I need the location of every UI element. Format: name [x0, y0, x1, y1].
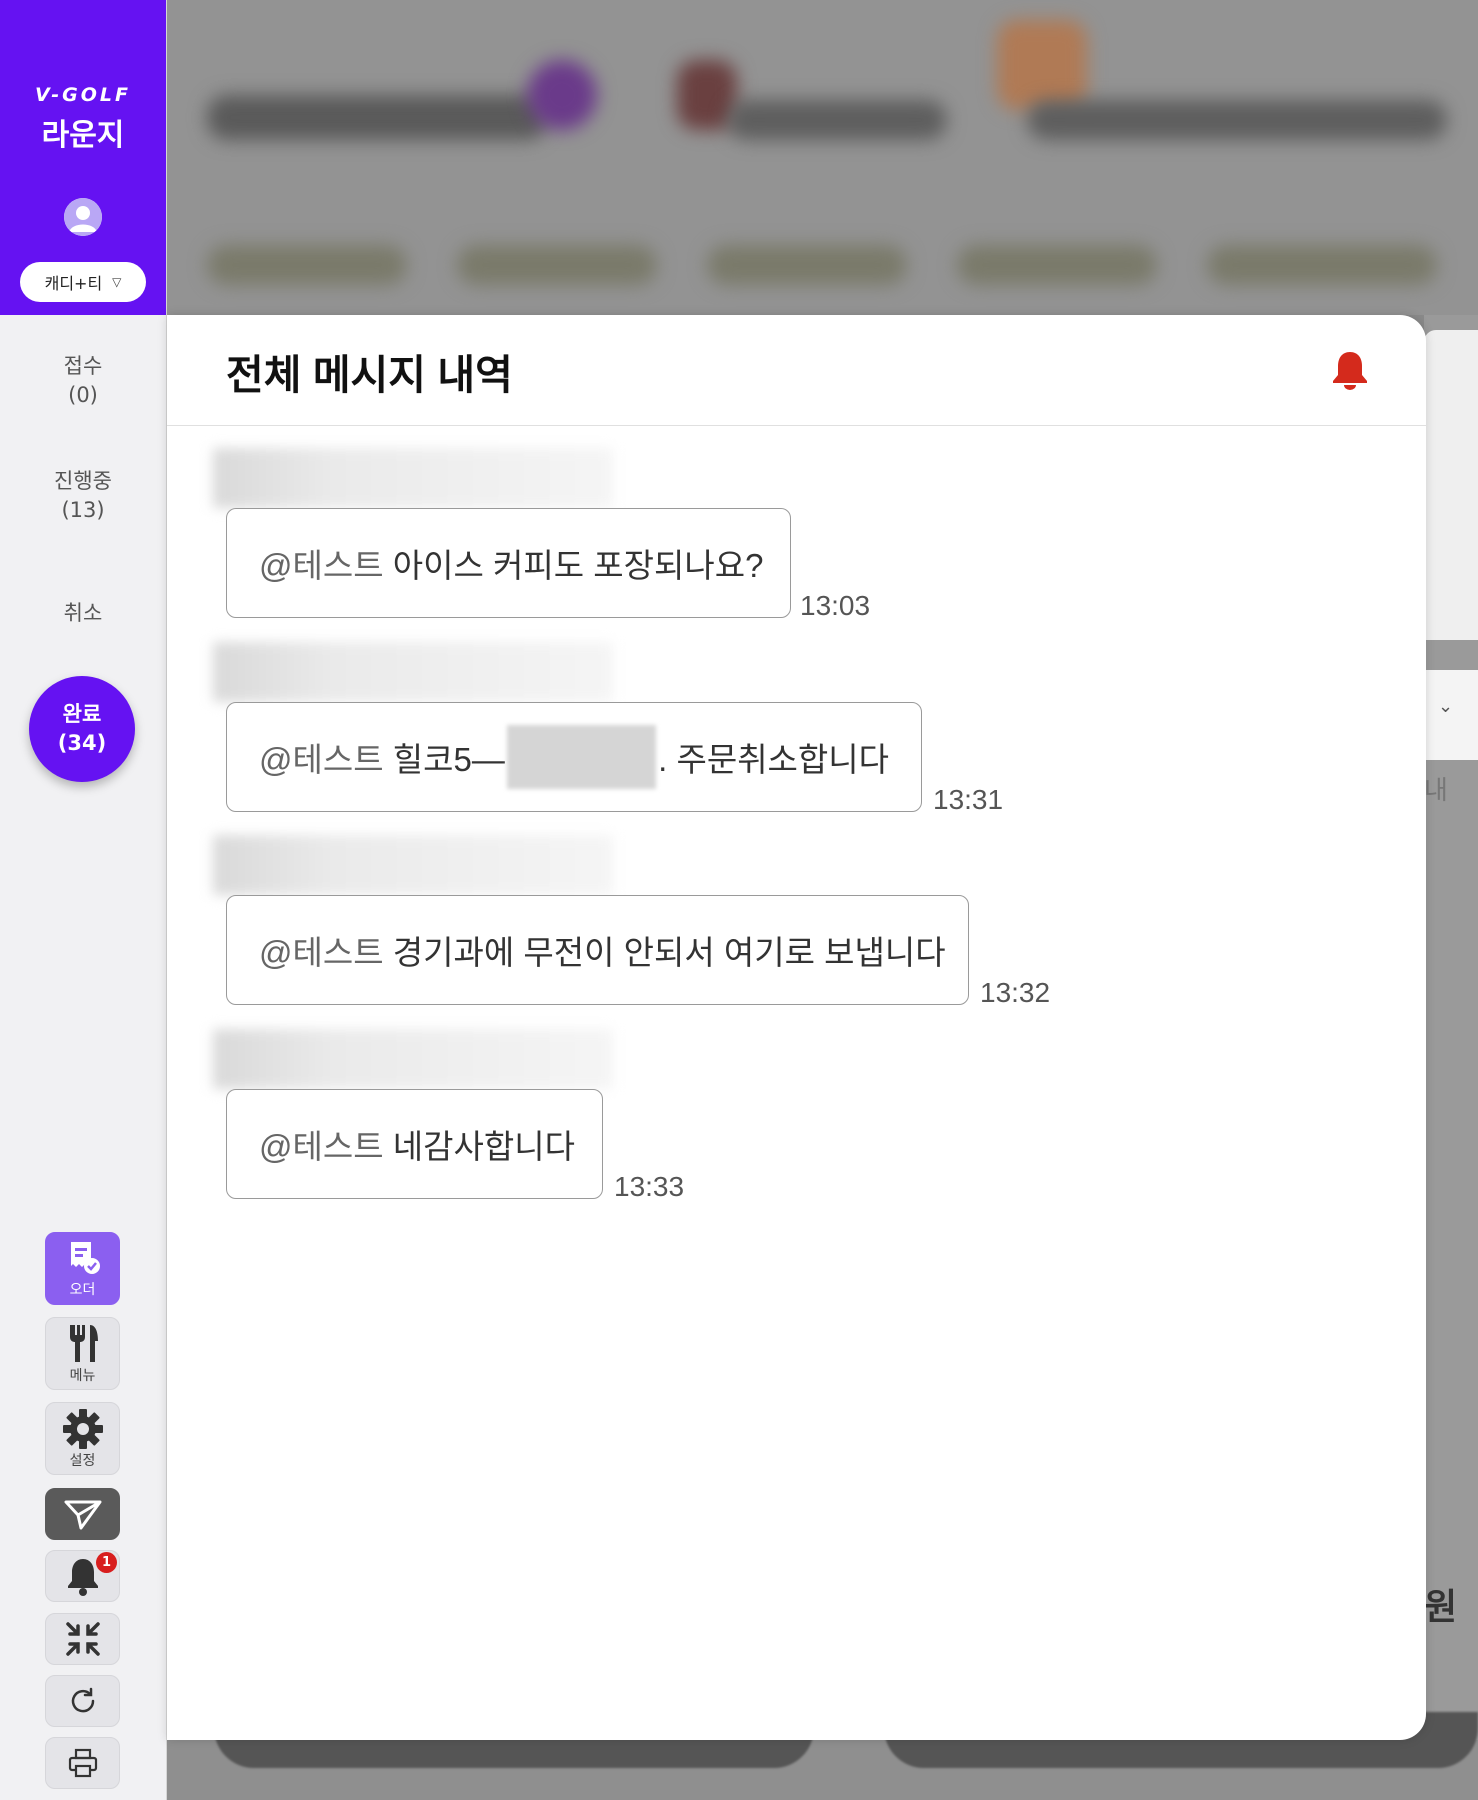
nav-reception[interactable]: 접수 (0): [0, 352, 166, 410]
menu-button-label: 메뉴: [69, 1367, 96, 1384]
avatar[interactable]: [64, 198, 102, 236]
receipt-check-icon: [70, 1241, 100, 1274]
send-button[interactable]: [45, 1488, 120, 1540]
sidebar: V-GOLF 라운지 캐디+티 ▽ 접수 (0) 진행중 (13) 취소 완료 …: [0, 0, 167, 1800]
message-text: 힐코5—: [392, 741, 505, 778]
nav-reception-count: (0): [68, 383, 98, 407]
background-text: 원: [1424, 1587, 1458, 1628]
collapse-button[interactable]: [45, 1613, 120, 1665]
nav-cancel-label: 취소: [63, 601, 103, 625]
order-button[interactable]: 오더: [45, 1232, 120, 1305]
message-time: 13:31: [933, 784, 1004, 815]
nav-complete[interactable]: 완료 (34): [29, 676, 135, 782]
modal-title: 전체 메시지 내역: [226, 352, 513, 398]
brand-name: 라운지: [41, 118, 125, 153]
bell-icon[interactable]: [1330, 349, 1370, 391]
sidebar-header: V-GOLF 라운지 캐디+티 ▽: [0, 0, 166, 315]
brand-logo: V-GOLF: [34, 84, 132, 106]
nav-complete-label: 완료: [62, 702, 102, 726]
modal-header: 전체 메시지 내역: [167, 315, 1426, 426]
message-bubble: @테스트 경기과에 무전이 안되서 여기로 보냅니다: [226, 895, 969, 1005]
nav-complete-count: (34): [57, 731, 107, 755]
settings-button[interactable]: 설정: [45, 1402, 120, 1475]
store-select-label: 캐디+티: [44, 274, 103, 293]
chevron-down-icon: ▽: [112, 275, 122, 289]
gear-icon: [62, 1408, 103, 1449]
sender-name-redacted: [213, 835, 613, 895]
notification-badge: 1: [96, 1552, 117, 1573]
message-mention: @테스트: [259, 547, 384, 584]
order-button-label: 오더: [69, 1281, 96, 1298]
utensils-icon: [69, 1324, 98, 1362]
sender-name-redacted: [213, 448, 613, 508]
message-mention: @테스트: [259, 1128, 384, 1165]
message-bubble: @테스트 네감사합니다: [226, 1089, 603, 1199]
message-bubble: @테스트 힐코5— . 주문취소합니다: [226, 702, 922, 812]
sender-name-redacted: [213, 642, 613, 702]
printer-icon: [68, 1748, 97, 1778]
refresh-icon: [71, 1687, 94, 1713]
user-icon: [64, 198, 102, 236]
message-text: 네감사합니다: [392, 1128, 575, 1165]
store-select[interactable]: 캐디+티 ▽: [20, 262, 146, 302]
message-history-modal: 전체 메시지 내역 @테스트 아이스 커피도 포장되나요? 13:03 @테스트…: [167, 315, 1426, 1740]
message-time: 13:03: [800, 590, 871, 621]
print-button[interactable]: [45, 1737, 120, 1789]
menu-button[interactable]: 메뉴: [45, 1317, 120, 1390]
chevron-down-icon: ⌄: [1438, 696, 1454, 717]
background-panel: [1424, 330, 1478, 640]
collapse-icon: [65, 1622, 100, 1656]
message-text: . 주문취소합니다: [658, 741, 889, 778]
message-mention: @테스트: [259, 741, 384, 778]
message-bubble: @테스트 아이스 커피도 포장되나요?: [226, 508, 791, 618]
message-mention: @테스트: [259, 934, 384, 971]
nav-reception-label: 접수: [63, 354, 103, 378]
nav-in-progress-count: (13): [61, 498, 105, 522]
background-text: 내: [1424, 776, 1448, 806]
background-header: [167, 0, 1478, 315]
sender-name-redacted: [213, 1029, 613, 1089]
nav-in-progress[interactable]: 진행중 (13): [0, 467, 166, 525]
message-time: 13:33: [614, 1171, 685, 1202]
message-text: 경기과에 무전이 안되서 여기로 보냅니다: [392, 934, 946, 971]
paper-plane-icon: [64, 1500, 101, 1530]
message-text: 아이스 커피도 포장되나요?: [392, 547, 764, 584]
settings-button-label: 설정: [69, 1452, 96, 1469]
nav-in-progress-label: 진행중: [54, 469, 112, 493]
message-time: 13:32: [980, 977, 1051, 1008]
redacted-text: [506, 725, 657, 789]
refresh-button[interactable]: [45, 1675, 120, 1727]
nav-cancel[interactable]: 취소: [0, 599, 166, 628]
